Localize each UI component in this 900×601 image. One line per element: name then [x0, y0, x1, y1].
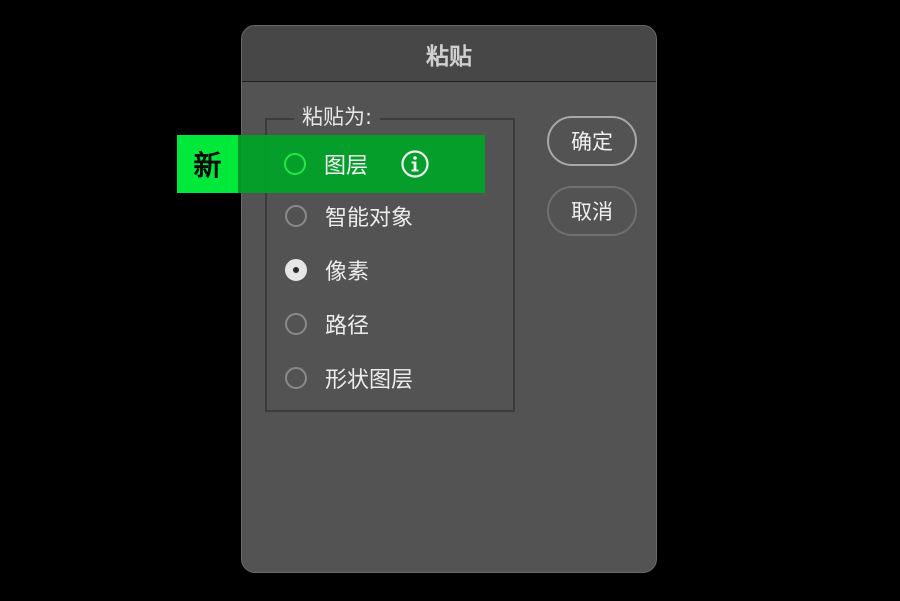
radio-path[interactable]	[285, 313, 307, 335]
option-pixels[interactable]: 像素	[271, 250, 471, 290]
option-path-label: 路径	[325, 314, 370, 339]
option-layer-label: 图层	[324, 154, 369, 179]
option-shape-layer-label: 形状图层	[325, 368, 414, 393]
paste-dialog: 粘贴 粘贴为: 智能对象 像素 路径 形状图层 确定 取消	[241, 25, 657, 573]
radio-shape-layer[interactable]	[285, 367, 307, 389]
option-layer-highlighted[interactable]: 图层	[237, 135, 485, 193]
radio-pixels[interactable]	[285, 259, 307, 281]
radio-layer[interactable]	[284, 153, 306, 175]
dialog-title: 粘贴	[242, 26, 656, 82]
new-badge: 新	[177, 135, 238, 193]
info-circle-icon[interactable]	[400, 149, 430, 179]
cancel-button[interactable]: 取消	[547, 186, 637, 236]
option-smart-object[interactable]: 智能对象	[271, 196, 471, 236]
ok-button[interactable]: 确定	[547, 116, 637, 166]
option-pixels-label: 像素	[325, 260, 370, 285]
paste-as-legend: 粘贴为:	[294, 104, 381, 130]
option-path[interactable]: 路径	[271, 304, 471, 344]
radio-smart-object[interactable]	[285, 205, 307, 227]
option-smart-object-label: 智能对象	[325, 206, 414, 231]
option-shape-layer[interactable]: 形状图层	[271, 358, 471, 398]
